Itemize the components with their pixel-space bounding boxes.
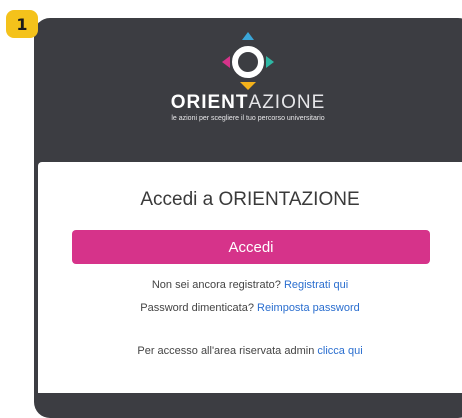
register-link[interactable]: Registrati qui xyxy=(284,279,348,291)
forgot-password-row: Password dimenticata? Reimposta password xyxy=(38,302,462,314)
register-prompt: Non sei ancora registrato? xyxy=(151,279,281,291)
brand-tagline: le azioni per scegliere il tuo percorso … xyxy=(171,115,325,122)
orientation-compass-logo-icon xyxy=(222,32,274,90)
admin-access-row: Per accesso all'area riservata admin cli… xyxy=(38,345,462,357)
header: ORIENTAZIONE le azioni per scegliere il … xyxy=(34,18,462,158)
admin-access-prompt: Per accesso all'area riservata admin xyxy=(137,345,315,357)
reset-password-link[interactable]: Reimposta password xyxy=(257,302,360,314)
page-title: Accedi a ORIENTAZIONE xyxy=(140,189,360,210)
login-card: Accedi a ORIENTAZIONE Accedi Non sei anc… xyxy=(38,162,462,393)
register-row: Non sei ancora registrato? Registrati qu… xyxy=(38,279,462,291)
admin-access-link[interactable]: clicca qui xyxy=(317,345,362,357)
brand-name: ORIENTAZIONE xyxy=(170,92,326,113)
login-button[interactable]: Accedi xyxy=(72,230,430,264)
forgot-password-prompt: Password dimenticata? xyxy=(140,302,254,314)
step-badge: 1 xyxy=(6,10,38,38)
